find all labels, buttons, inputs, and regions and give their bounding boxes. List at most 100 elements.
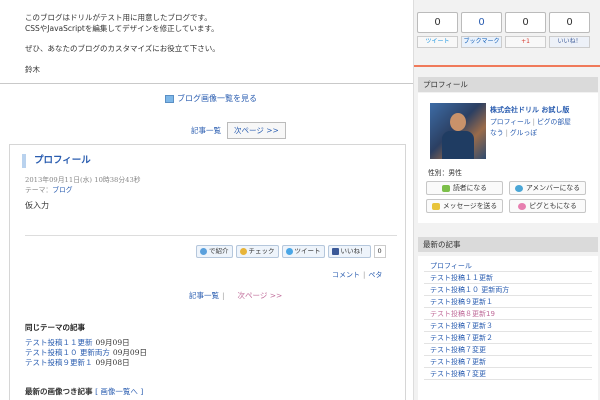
plusone-counter: 0 +1 <box>505 12 546 48</box>
intro-line: ぜひ、あなたのブログのカスタマイズにお役立て下さい。 <box>25 44 220 53</box>
profile-heading: プロフィール <box>418 77 598 92</box>
article-list-link[interactable]: 記事一覧 <box>191 125 221 136</box>
plusone-count: 0 <box>505 12 546 33</box>
check-button[interactable]: チェック <box>235 245 279 258</box>
tweet-label: ツイート <box>294 247 321 255</box>
avatar[interactable] <box>430 103 486 159</box>
pet-link[interactable]: ペタ <box>368 271 382 279</box>
related-articles: 同じテーマの記事 テスト投稿１１更新 09月09日 テスト投稿１０ 更新両方 09月… <box>25 323 147 368</box>
comment-link[interactable]: コメント <box>332 271 360 279</box>
main-column: このブログはドリルがテスト用に用意したブログです。 CSSやJavaScript… <box>0 0 413 400</box>
image-list-link[interactable]: [ 画像一覧へ ] <box>95 387 143 396</box>
next-page-link[interactable]: 次ページ >> <box>238 291 283 300</box>
sidebar: 0 ツイート 0 ブックマーク 0 +1 0 いいね！ プロフィール 株式会社ド… <box>413 0 600 400</box>
article-title[interactable]: プロフィール <box>22 154 91 168</box>
accent-line <box>414 65 600 67</box>
like-button[interactable]: いいね！ <box>549 36 590 48</box>
related-link[interactable]: テスト投稿１０ 更新両方 <box>25 348 110 357</box>
list-item: テスト投稿１０ 更新両方 09月09日 <box>25 348 147 358</box>
latest-item[interactable]: テスト投稿７更新３ <box>424 320 592 332</box>
list-item: テスト投稿９更新１ 09月08日 <box>25 358 147 368</box>
image-list-link[interactable]: ブログ画像一覧を見る <box>165 93 257 104</box>
article: プロフィール 2013年09月11日(水) 10時38分43秒 テーマ：ブログ … <box>9 144 406 400</box>
related-date: 09月08日 <box>95 358 130 367</box>
comment-row: コメント | ペタ <box>332 271 383 279</box>
latest-list: プロフィール テスト投稿１１更新 テスト投稿１０ 更新両方 テスト投稿９更新１ … <box>424 260 592 380</box>
amember-label: アメンバーになる <box>525 184 581 192</box>
tweet-counter: 0 ツイート <box>417 12 458 48</box>
introduce-icon <box>200 248 207 255</box>
list-item: テスト投稿１１更新 09月09日 <box>25 338 147 348</box>
article-body: 仮入力 <box>25 201 49 210</box>
next-page-button[interactable]: 次ページ >> <box>227 122 286 139</box>
reader-icon <box>442 184 450 192</box>
profile-box: 株式会社ドリル お試し版 プロフィール | ピグの部屋 なう | グルっぽ 性別：男性 … <box>418 93 598 223</box>
amember-icon <box>514 184 523 192</box>
social-counters: 0 ツイート 0 ブックマーク 0 +1 0 いいね！ <box>417 12 590 48</box>
latest-item[interactable]: テスト投稿１０ 更新両方 <box>424 284 592 296</box>
image-list-label: ブログ画像一覧を見る <box>177 94 257 103</box>
divider <box>25 235 397 236</box>
latest-item[interactable]: テスト投稿７変更 <box>424 368 592 380</box>
intro-text: このブログはドリルがテスト用に用意したブログです。 CSSやJavaScript… <box>25 13 220 75</box>
latest-item[interactable]: テスト投稿７更新２ <box>424 332 592 344</box>
profile-sex: 性別：男性 <box>428 169 462 177</box>
latest-item[interactable]: プロフィール <box>424 260 592 272</box>
message-button[interactable]: メッセージを送る <box>426 199 503 213</box>
related-date: 09月09日 <box>112 348 147 357</box>
introduce-button[interactable]: で紹介 <box>196 245 233 258</box>
related-heading: 同じテーマの記事 <box>25 323 85 332</box>
like-count: 0 <box>549 12 590 33</box>
bookmark-button[interactable]: ブックマーク <box>461 36 502 48</box>
divider <box>0 83 413 84</box>
check-label: チェック <box>248 247 275 255</box>
image-icon <box>165 94 174 103</box>
theme-label: テーマ： <box>25 186 53 194</box>
amember-button[interactable]: アメンバーになる <box>509 181 586 195</box>
intro-line: このブログはドリルがテスト用に用意したブログです。 <box>25 13 212 22</box>
related-link[interactable]: テスト投稿１１更新 <box>25 338 93 347</box>
latest-item[interactable]: テスト投稿９更新１ <box>424 296 592 308</box>
like-label: いいね！ <box>340 247 367 255</box>
pigtomo-label: ピグともになる <box>529 202 577 210</box>
pig-icon <box>518 202 527 210</box>
profile-name[interactable]: 株式会社ドリル お試し版 <box>490 105 569 115</box>
share-buttons: で紹介 チェック ツイート いいね！ 0 <box>196 245 386 258</box>
bookmark-count: 0 <box>461 12 502 33</box>
profile-links: プロフィール | ピグの部屋 なう | グルっぽ <box>490 118 571 137</box>
pigtomo-button[interactable]: ピグともになる <box>509 199 586 213</box>
latest-item[interactable]: テスト投稿１１更新 <box>424 272 592 284</box>
profile-link[interactable]: プロフィール <box>490 118 531 126</box>
latest-item[interactable]: テスト投稿７変更 <box>424 344 592 356</box>
theme-link[interactable]: ブログ <box>52 186 72 194</box>
envelope-icon <box>431 202 440 210</box>
related-link[interactable]: テスト投稿９更新１ <box>25 358 93 367</box>
group-link[interactable]: グルっぽ <box>510 129 537 137</box>
article-list-link[interactable]: 記事一覧 <box>189 291 219 300</box>
like-button[interactable]: いいね！ <box>327 245 371 258</box>
message-label: メッセージを送る <box>442 202 498 210</box>
bookmark-counter: 0 ブックマーク <box>461 12 502 48</box>
reader-label: 読者になる <box>453 184 487 192</box>
tweet-count: 0 <box>417 12 458 33</box>
facebook-icon <box>331 248 339 255</box>
pig-room-link[interactable]: ピグの部屋 <box>537 118 571 126</box>
related-date: 09月09日 <box>95 338 130 347</box>
introduce-label: で紹介 <box>209 247 229 255</box>
article-meta: 2013年09月11日(水) 10時38分43秒 テーマ：ブログ <box>25 175 141 195</box>
twitter-bird-icon <box>285 248 293 255</box>
tweet-button[interactable]: ツイート <box>281 245 325 258</box>
latest-item[interactable]: テスト投稿７更新 <box>424 356 592 368</box>
profile-buttons: 読者になる アメンバーになる メッセージを送る ピグともになる <box>426 181 586 213</box>
plusone-button[interactable]: +1 <box>505 36 546 48</box>
tweet-button[interactable]: ツイート <box>417 36 458 48</box>
latest-item[interactable]: テスト投稿８更新19 <box>424 308 592 320</box>
pager-bottom: 記事一覧 | 次ページ >> <box>189 291 283 300</box>
latest-images-title: 最新の画像つき記事 <box>25 387 93 396</box>
like-counter: 0 いいね！ <box>549 12 590 48</box>
latest-images-heading: 最新の画像つき記事 [ 画像一覧へ ] <box>25 386 143 397</box>
reader-button[interactable]: 読者になる <box>426 181 503 195</box>
intro-signature: 鈴木 <box>25 64 40 74</box>
intro-line: CSSやJavaScriptを編集してデザインを修正しています。 <box>25 23 219 33</box>
now-link[interactable]: なう <box>490 129 504 137</box>
